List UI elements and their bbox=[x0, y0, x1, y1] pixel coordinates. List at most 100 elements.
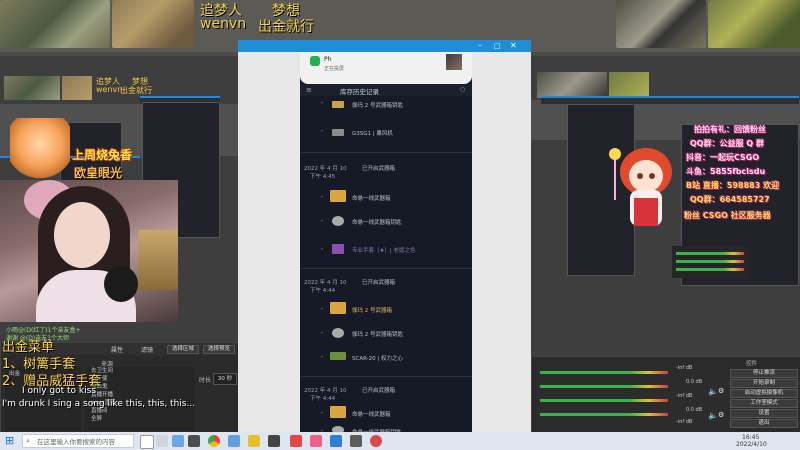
phone-notification: Ph 正在投屏 bbox=[300, 52, 472, 84]
stop-stream-button[interactable]: 停止推流 bbox=[730, 369, 798, 378]
history-item[interactable]: 命悬一线武器箱钥匙 bbox=[352, 218, 402, 226]
history-item[interactable]: 伽玛 2 号武器箱钥匙 bbox=[352, 330, 403, 338]
app-icon bbox=[310, 56, 320, 66]
app-icon-5[interactable] bbox=[290, 435, 302, 447]
history-time: 下午 4:45 bbox=[310, 174, 336, 180]
source-item[interactable]: 去卫生间 bbox=[91, 367, 195, 375]
rifle-icon bbox=[330, 352, 346, 360]
task-view-icon[interactable] bbox=[156, 435, 168, 447]
webcam-streamer-face bbox=[54, 202, 110, 268]
source-item[interactable]: 全屏 bbox=[91, 415, 195, 423]
phone-mirror-window: – □ ✕ Ph 正在投屏 ≡ 库存历史记录 ○ • 伽玛 2 号武器箱钥匙 •… bbox=[238, 40, 531, 436]
history-item[interactable]: 命悬一线武器箱 bbox=[352, 194, 391, 202]
taskbar-search-input[interactable]: 在这里输入你要搜索的内容 bbox=[22, 434, 134, 448]
gear-icon[interactable]: ⚙ bbox=[718, 411, 724, 419]
close-icon[interactable]: ✕ bbox=[510, 41, 517, 51]
rifle-icon bbox=[332, 129, 344, 136]
nested-glove-thumbnail-right bbox=[537, 72, 607, 98]
settings-button[interactable]: 设置 bbox=[730, 409, 798, 418]
maximize-icon[interactable]: □ bbox=[494, 41, 501, 51]
audio-mixer: -inf dB 0.0 dB -inf dB 0.0 dB -inf dB 🔈 … bbox=[536, 363, 726, 429]
db-readout-5: -inf dB bbox=[676, 419, 693, 425]
bullet-icon: • bbox=[320, 128, 324, 135]
lyric-line-1: I only got to kiss bbox=[22, 386, 97, 396]
edge-icon[interactable] bbox=[172, 435, 184, 447]
transition-duration-input[interactable]: 30 秒 bbox=[213, 373, 237, 385]
app-icon-6[interactable] bbox=[310, 435, 322, 447]
divider bbox=[300, 376, 472, 377]
bullet-icon: • bbox=[320, 194, 324, 201]
glove-thumbnail-1 bbox=[0, 0, 110, 48]
virtual-camera-button[interactable]: 启动虚拟摄像机 bbox=[730, 389, 798, 398]
app-icon-4[interactable] bbox=[268, 435, 280, 447]
sticker-text-line2: 欧皇眼光 bbox=[74, 166, 123, 180]
bullet-icon: • bbox=[320, 100, 324, 107]
glove-icon bbox=[332, 244, 344, 254]
search-icon[interactable]: ○ bbox=[460, 86, 465, 93]
taskbar-clock-time[interactable]: 16:45 bbox=[742, 434, 759, 441]
studio-mode-button[interactable]: 工作室模式 bbox=[730, 399, 798, 408]
app-icon-8[interactable] bbox=[350, 435, 362, 447]
speaker-icon[interactable]: 🔈 bbox=[708, 387, 718, 396]
history-status: 已开启武器箱 bbox=[362, 166, 396, 172]
social-line-3: 抖音：一起玩CSGO bbox=[686, 153, 760, 162]
social-line-6: QQ群：664585727 bbox=[690, 195, 770, 204]
history-item[interactable]: SCAR-20 | 权力之心 bbox=[352, 354, 403, 362]
nested-subtitle-left: wenvn bbox=[96, 85, 123, 94]
app-icon-7[interactable] bbox=[330, 435, 342, 447]
minimize-icon[interactable]: – bbox=[478, 41, 482, 51]
windows-start-icon[interactable]: ⊞ bbox=[5, 434, 14, 448]
app-icon-9[interactable] bbox=[370, 435, 382, 447]
cortana-icon[interactable] bbox=[140, 435, 154, 449]
filters-button[interactable]: 滤镜 bbox=[141, 345, 153, 354]
window-titlebar[interactable]: – □ ✕ bbox=[238, 40, 531, 52]
history-time: 下午 4:44 bbox=[310, 396, 336, 402]
bullet-icon: • bbox=[320, 306, 324, 313]
bullet-icon: • bbox=[320, 354, 324, 361]
history-item[interactable]: 伽玛 2 号武器箱钥匙 bbox=[352, 101, 403, 109]
nested-glove-thumbnail bbox=[4, 76, 60, 100]
search-icon: ⌕ bbox=[26, 437, 30, 445]
history-item[interactable]: 命悬一线武器箱 bbox=[352, 410, 391, 418]
glove-thumbnail-2 bbox=[112, 0, 194, 48]
source-item[interactable]: 直播开播 bbox=[91, 391, 195, 399]
case-icon bbox=[332, 101, 344, 108]
phone-header-bar: ≡ 库存历史记录 ○ bbox=[300, 84, 472, 96]
gear-icon[interactable]: ⚙ bbox=[718, 387, 724, 395]
history-section: 2022 年 4 月 10 下午 4:44 已开启武器箱 • 命悬一线武器箱 •… bbox=[300, 380, 472, 440]
history-section: • 伽玛 2 号武器箱钥匙 • G3SG1 | 暴风机 bbox=[300, 98, 472, 150]
bullet-icon: • bbox=[320, 246, 324, 253]
history-item[interactable]: 伽玛 2 号武器箱 bbox=[352, 306, 392, 314]
key-icon bbox=[332, 216, 344, 226]
nested-glove-thumbnail-2 bbox=[62, 76, 92, 100]
gold-menu-title: 出金菜单 bbox=[2, 340, 55, 355]
case-icon bbox=[330, 302, 346, 314]
taskbar-clock-date[interactable]: 2022/4/10 bbox=[736, 441, 767, 448]
page-title: 库存历史记录 bbox=[340, 88, 379, 96]
key-icon bbox=[332, 328, 344, 338]
inventory-history-list: • 伽玛 2 号武器箱钥匙 • G3SG1 | 暴风机 2022 年 4 月 1… bbox=[300, 98, 472, 436]
exit-button[interactable]: 退出 bbox=[730, 419, 798, 428]
cat-sticker-image bbox=[10, 118, 70, 182]
menu-icon[interactable]: ≡ bbox=[306, 86, 312, 94]
chrome-icon[interactable] bbox=[208, 435, 220, 447]
app-icon-obs[interactable] bbox=[188, 435, 200, 447]
select-region-button[interactable]: 选择区域 bbox=[167, 345, 199, 354]
source-item[interactable]: 小天使 bbox=[91, 375, 195, 383]
phone-screen: Ph 正在投屏 ≡ 库存历史记录 ○ • 伽玛 2 号武器箱钥匙 • G3SG1… bbox=[300, 52, 472, 436]
app-icon-3[interactable] bbox=[248, 435, 260, 447]
app-icon-2[interactable] bbox=[228, 435, 240, 447]
source-item[interactable]: 吸血鬼 bbox=[91, 383, 195, 391]
db-readout-1: -inf dB bbox=[676, 365, 693, 371]
start-record-button[interactable]: 开始录制 bbox=[730, 379, 798, 388]
history-time: 下午 4:44 bbox=[310, 288, 336, 294]
history-section: 2022 年 4 月 10 下午 4:44 已开启武器箱 • 伽玛 2 号武器箱… bbox=[300, 272, 472, 372]
speaker-icon[interactable]: 🔈 bbox=[708, 411, 718, 420]
select-preview-button[interactable]: 选择预览 bbox=[203, 345, 235, 354]
history-item[interactable]: 专业手套（★）| 老版之色 bbox=[352, 246, 416, 254]
history-item[interactable]: G3SG1 | 暴风机 bbox=[352, 129, 393, 137]
lyric-line-2: I'm drunk I sing a song like this, this,… bbox=[2, 399, 196, 409]
social-line-2: QQ群：公益服 Q 群 bbox=[690, 139, 764, 148]
db-readout-2: 0.0 dB bbox=[686, 379, 703, 385]
properties-button[interactable]: 属性 bbox=[111, 345, 123, 354]
